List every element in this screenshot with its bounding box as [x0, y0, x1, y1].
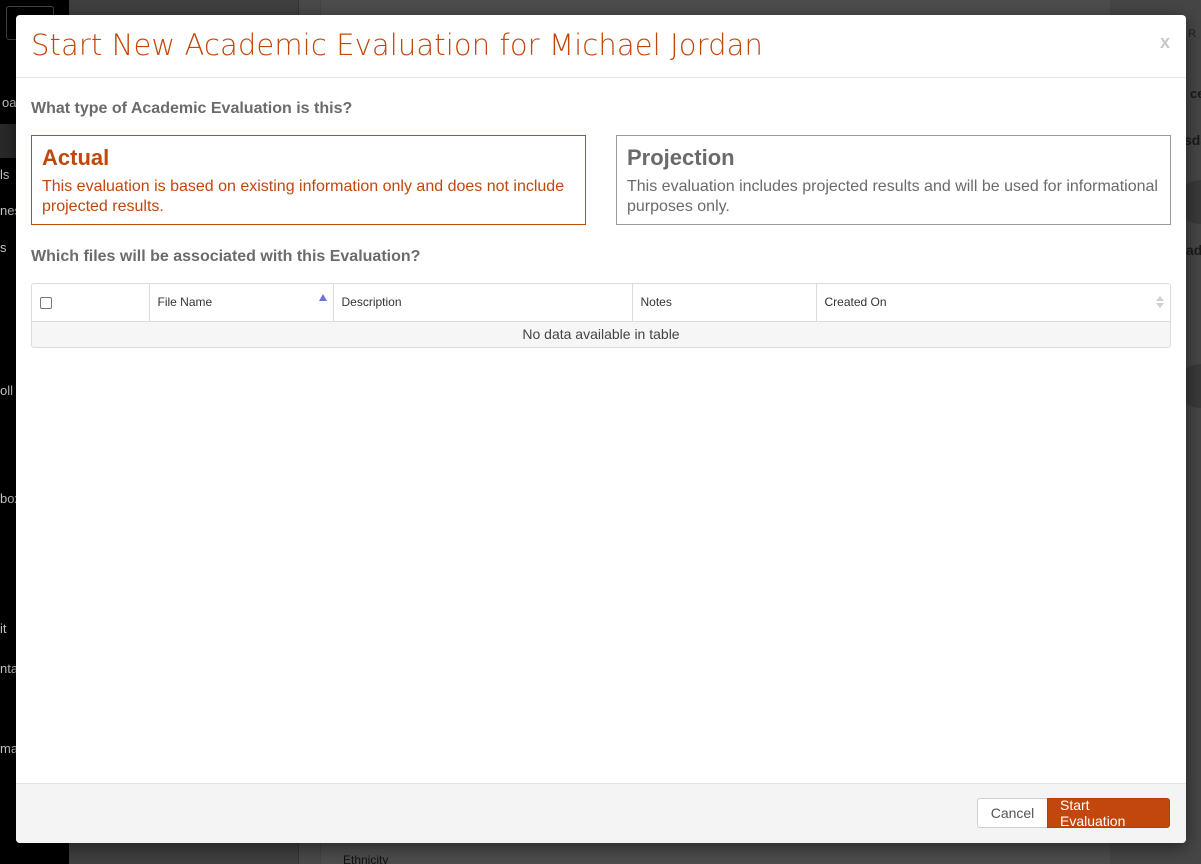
table-row: No data available in table: [32, 321, 1170, 347]
column-notes[interactable]: Notes: [632, 284, 817, 322]
sort-icon: [1156, 296, 1164, 308]
option-actual-description: This evaluation is based on existing inf…: [42, 178, 565, 215]
column-file-name-label: File Name: [157, 295, 213, 310]
column-description-label: Description: [341, 295, 402, 310]
close-button[interactable]: x: [1160, 32, 1170, 53]
start-evaluation-button[interactable]: Start Evaluation: [1047, 797, 1170, 829]
option-actual[interactable]: Actual This evaluation is based on exist…: [31, 135, 586, 225]
bg-right-text: sda: [1184, 132, 1201, 148]
files-question: Which files will be associated with this…: [31, 248, 421, 265]
column-created-on-label: Created On: [824, 295, 887, 310]
column-description[interactable]: Description: [333, 284, 633, 322]
bg-sidebar-text: oa: [2, 95, 17, 110]
option-projection-description: This evaluation includes projected resul…: [627, 178, 1158, 215]
modal-header: Start New Academic Evaluation for Michae…: [16, 15, 1186, 78]
option-projection[interactable]: Projection This evaluation includes proj…: [616, 135, 1171, 225]
select-all-checkbox[interactable]: [40, 297, 52, 310]
evaluation-type-question: What type of Academic Evaluation is this…: [31, 100, 353, 117]
table-header-row: File Name Description Notes Created On: [32, 284, 1170, 322]
option-projection-title: Projection: [627, 145, 735, 170]
column-file-name[interactable]: File Name: [149, 284, 334, 322]
column-notes-label: Notes: [640, 295, 672, 310]
modal-title: Start New Academic Evaluation for Michae…: [31, 28, 763, 62]
empty-table-message: No data available in table: [32, 321, 1170, 347]
bg-sidebar-text: it: [0, 621, 7, 636]
bg-right-text: ce: [1190, 86, 1201, 101]
bg-sidebar-text: ls: [0, 167, 10, 182]
bg-sidebar-text: s: [0, 240, 7, 255]
bg-ethnicity-label: Ethnicity: [343, 853, 389, 864]
sort-ascending-icon: [318, 294, 327, 301]
bg-right-text: ad: [1186, 242, 1201, 258]
cancel-button[interactable]: Cancel: [977, 798, 1048, 828]
bg-sidebar-text: oll: [0, 383, 14, 398]
files-table: File Name Description Notes Created On N…: [31, 283, 1171, 348]
header-select-all: [32, 284, 150, 322]
start-evaluation-modal: Start New Academic Evaluation for Michae…: [16, 15, 1186, 843]
column-created-on[interactable]: Created On: [816, 284, 1170, 322]
option-actual-title: Actual: [42, 145, 110, 170]
modal-footer: Cancel Start Evaluation: [16, 783, 1186, 843]
